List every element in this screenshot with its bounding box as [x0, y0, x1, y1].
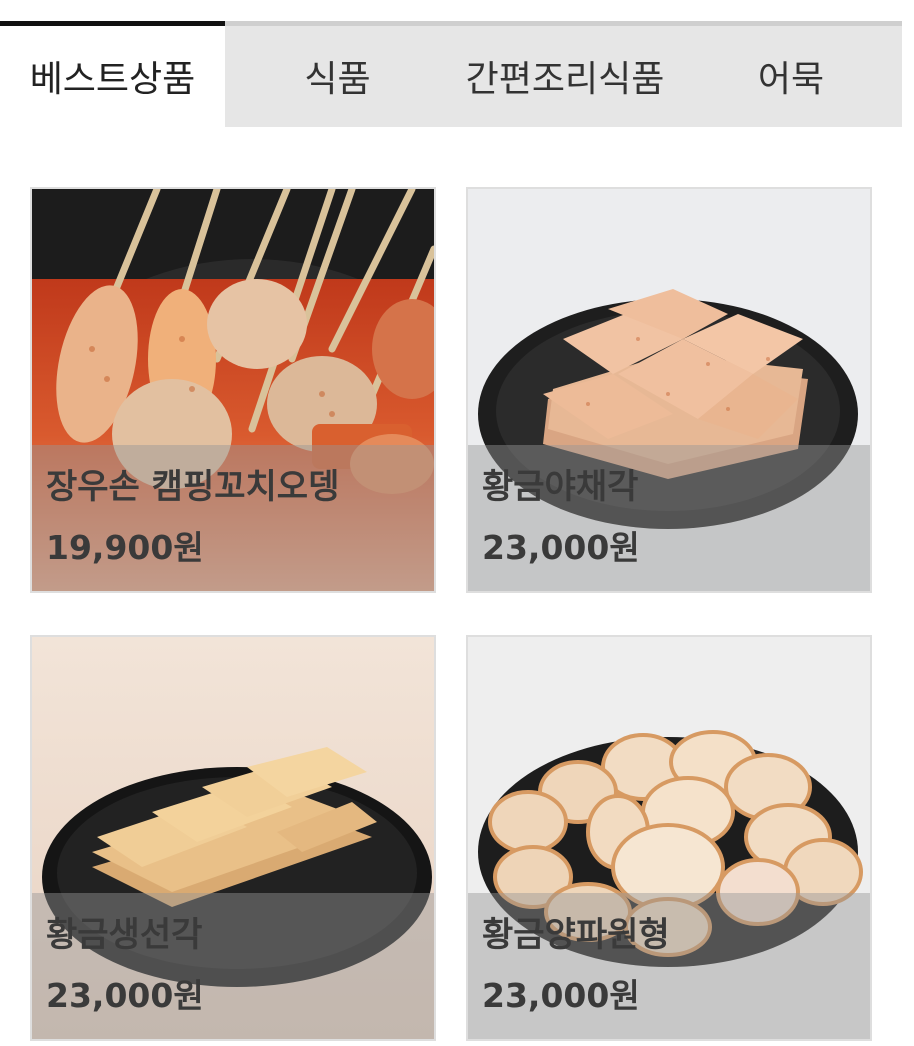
product-price: 23,000원	[482, 976, 640, 1015]
tab-label: 베스트상품	[29, 58, 196, 100]
product-caption: 황금양파원형 23,000원	[468, 893, 870, 1039]
best-products-page: 베스트상품 식품 간편조리식품 어묵 장우손 캠핑꼬치오뎅 19,900원 황금…	[0, 0, 914, 1046]
tab-label: 간편조리식품	[465, 58, 665, 100]
product-card[interactable]: 황금야채각 23,000원	[466, 187, 872, 593]
tab-best-products[interactable]: 베스트상품	[0, 21, 225, 127]
product-price: 23,000원	[46, 976, 204, 1015]
product-name[interactable]: 황금야채각	[482, 459, 638, 508]
product-price: 19,900원	[46, 528, 204, 567]
tab-label: 어묵	[757, 58, 825, 100]
product-name[interactable]: 황금생선각	[46, 907, 202, 956]
tab-fishcake[interactable]: 어묵	[680, 21, 902, 127]
product-card[interactable]: 황금생선각 23,000원	[30, 635, 436, 1041]
product-name[interactable]: 장우손 캠핑꼬치오뎅	[46, 459, 339, 508]
tab-convenience-food[interactable]: 간편조리식품	[450, 21, 680, 127]
tab-label: 식품	[304, 58, 371, 100]
product-card[interactable]: 장우손 캠핑꼬치오뎅 19,900원	[30, 187, 436, 593]
product-caption: 장우손 캠핑꼬치오뎅 19,900원	[32, 445, 434, 591]
product-card[interactable]: 황금양파원형 23,000원	[466, 635, 872, 1041]
category-tabs: 베스트상품 식품 간편조리식품 어묵	[0, 21, 902, 127]
product-price: 23,000원	[482, 528, 640, 567]
product-caption: 황금생선각 23,000원	[32, 893, 434, 1039]
product-name[interactable]: 황금양파원형	[482, 907, 670, 956]
product-caption: 황금야채각 23,000원	[468, 445, 870, 591]
tab-food[interactable]: 식품	[225, 21, 450, 127]
